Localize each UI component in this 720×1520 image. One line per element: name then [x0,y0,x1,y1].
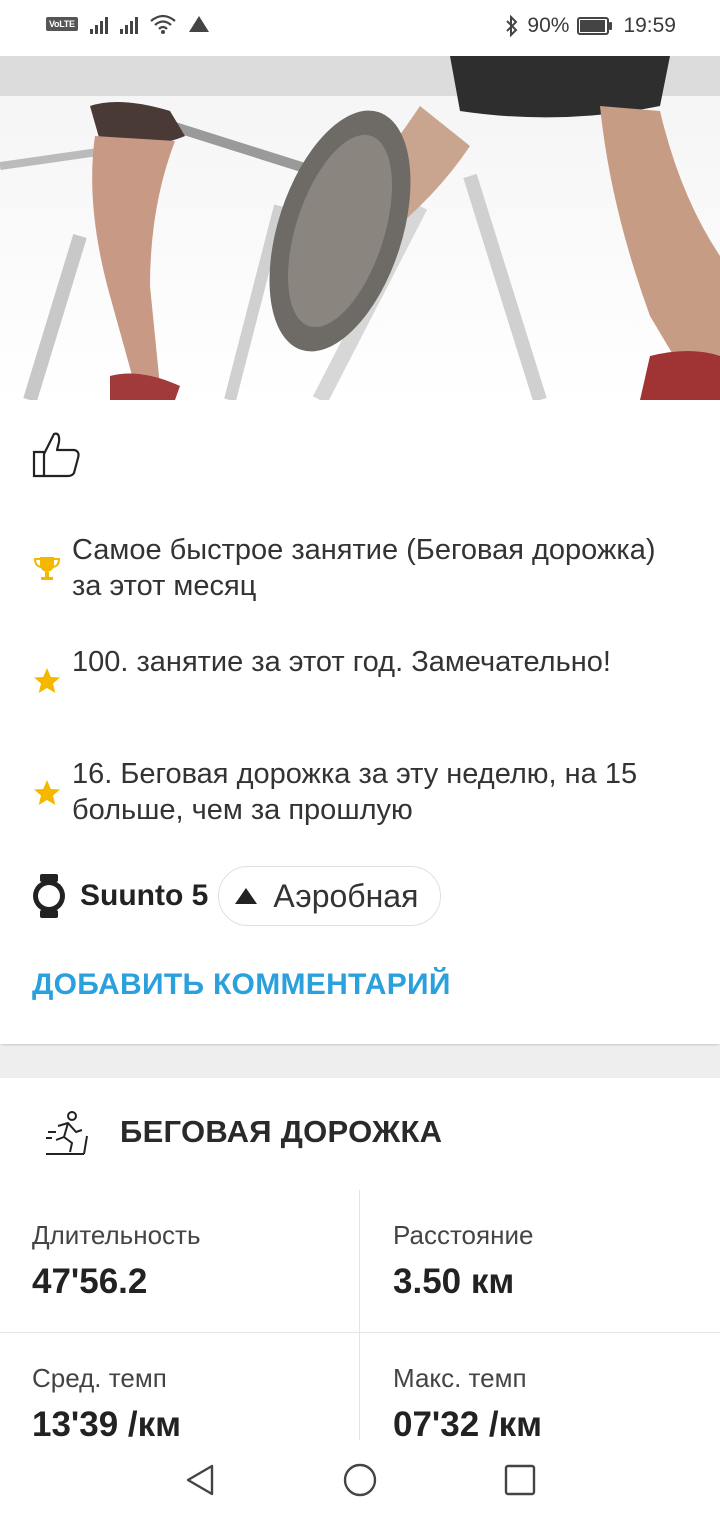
recents-icon[interactable] [502,1462,538,1498]
battery-percent: 90% [527,14,570,37]
zone-label: Аэробная [273,877,419,914]
stat-label: Сред. темп [32,1363,167,1393]
aerobic-zone-chip[interactable]: Аэробная [218,866,442,926]
activity-title: БЕГОВАЯ ДОРОЖКА [120,1114,443,1149]
signal-1-icon [89,14,108,34]
achievement-text: 16. Беговая дорожка за эту неделю, на 15… [72,758,638,826]
star-icon [34,668,60,693]
wifi-icon [149,14,176,34]
watch-icon [33,874,65,918]
trophy-icon [33,557,61,580]
add-comment-button[interactable]: ДОБАВИТЬ КОММЕНТАРИЙ [32,968,451,1002]
system-navigation-bar [0,1440,720,1520]
battery-icon [577,17,613,35]
star-icon [34,780,60,805]
volte-icon: VoLTE [46,17,78,31]
device-row: Suunto 5 Аэробная [30,866,442,926]
back-icon[interactable] [182,1462,218,1498]
device-name: Suunto 5 [80,879,209,912]
stat-distance: Расстояние 3.50 км [361,1190,720,1332]
clock-time: 19:59 [623,14,676,37]
bluetooth-icon [506,15,518,37]
section-divider [0,1046,720,1078]
triangle-up-icon [235,888,258,904]
activity-header: БЕГОВАЯ ДОРОЖКА [0,1078,720,1191]
status-left-icons: VoLTE [46,14,210,34]
navigation-arrow-icon [188,16,209,32]
achievement-text: Самое быстрое занятие (Беговая дорожка) … [72,534,656,602]
signal-2-icon [119,14,138,34]
status-bar: VoLTE 90% 19:59 [0,0,720,56]
treadmill-runner-icon [46,1111,88,1155]
stat-value: 13'39 /км [32,1405,182,1444]
stat-label: Расстояние [393,1220,534,1250]
treadmill-photo-illustration [0,56,720,400]
like-thumbs-up-icon[interactable] [32,430,82,480]
stat-value: 3.50 км [393,1262,515,1301]
workout-card: Самое быстрое занятие (Беговая дорожка) … [0,400,720,1044]
stat-label: Макс. темп [393,1363,527,1393]
status-right-icons: 90% 19:59 [505,14,676,38]
stat-label: Длительность [32,1220,201,1250]
stat-value: 47'56.2 [32,1262,148,1301]
workout-photo [0,56,720,400]
home-icon[interactable] [342,1462,378,1498]
stat-duration: Длительность 47'56.2 [0,1190,360,1332]
stats-grid: Длительность 47'56.2 Расстояние 3.50 км … [0,1190,720,1444]
stat-value: 07'32 /км [393,1405,543,1444]
achievement-text: 100. занятие за этот год. Замечательно! [72,646,611,678]
